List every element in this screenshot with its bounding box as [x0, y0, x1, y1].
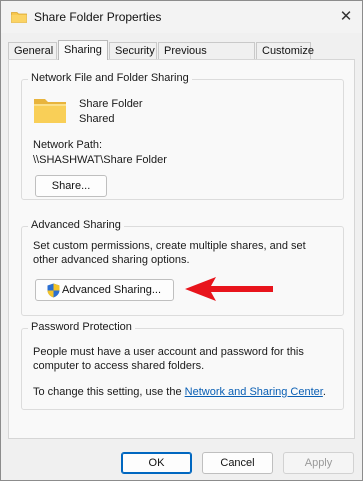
advanced-sharing-title: Advanced Sharing: [28, 219, 124, 231]
properties-window: Share Folder Properties ✕ General Sharin…: [0, 0, 363, 481]
advanced-sharing-group: Advanced Sharing Set custom permissions,…: [21, 219, 344, 316]
network-path-label: Network Path:: [33, 139, 103, 151]
advanced-sharing-button[interactable]: Advanced Sharing...: [35, 279, 174, 301]
tab-security[interactable]: Security: [109, 42, 157, 59]
network-sharing-title: Network File and Folder Sharing: [28, 72, 192, 84]
tab-previous-versions[interactable]: Previous Versions: [158, 42, 255, 74]
folder-icon: [11, 12, 27, 23]
change-setting-prefix: To change this setting, use the: [33, 386, 185, 398]
network-sharing-center-link[interactable]: Network and Sharing Center: [185, 386, 323, 398]
cancel-button[interactable]: Cancel: [202, 452, 273, 474]
folder-status: Shared: [79, 113, 115, 125]
folder-icon: [34, 99, 66, 123]
uac-shield-icon: [47, 283, 60, 298]
advanced-sharing-button-label: Advanced Sharing...: [61, 284, 162, 296]
change-setting-text: To change this setting, use the Network …: [33, 385, 326, 399]
folder-name: Share Folder: [79, 98, 143, 110]
change-setting-suffix: .: [322, 386, 326, 398]
tab-customize[interactable]: Customize: [256, 42, 314, 59]
red-arrow-annotation: [185, 277, 273, 301]
tab-general[interactable]: General: [8, 42, 57, 59]
network-path-value: \\SHASHWAT\Share Folder: [33, 154, 167, 166]
tab-strip: General Sharing Security Previous Versio…: [8, 40, 355, 74]
sharing-tab-panel: Network File and Folder Sharing Share Fo…: [8, 59, 355, 439]
password-protection-group: Password Protection People must have a u…: [21, 321, 344, 410]
network-sharing-group: Network File and Folder Sharing Share Fo…: [21, 72, 344, 200]
advanced-sharing-description: Set custom permissions, create multiple …: [33, 240, 306, 266]
share-button[interactable]: Share...: [35, 175, 107, 197]
apply-button[interactable]: Apply: [283, 452, 354, 474]
password-protection-description: People must have a user account and pass…: [33, 346, 304, 372]
window-title: Share Folder Properties: [34, 10, 162, 24]
ok-button[interactable]: OK: [121, 452, 192, 474]
password-protection-title: Password Protection: [28, 321, 135, 333]
tab-sharing[interactable]: Sharing: [58, 40, 108, 60]
title-bar: Share Folder Properties ✕: [1, 1, 362, 33]
close-icon[interactable]: ✕: [336, 7, 356, 27]
